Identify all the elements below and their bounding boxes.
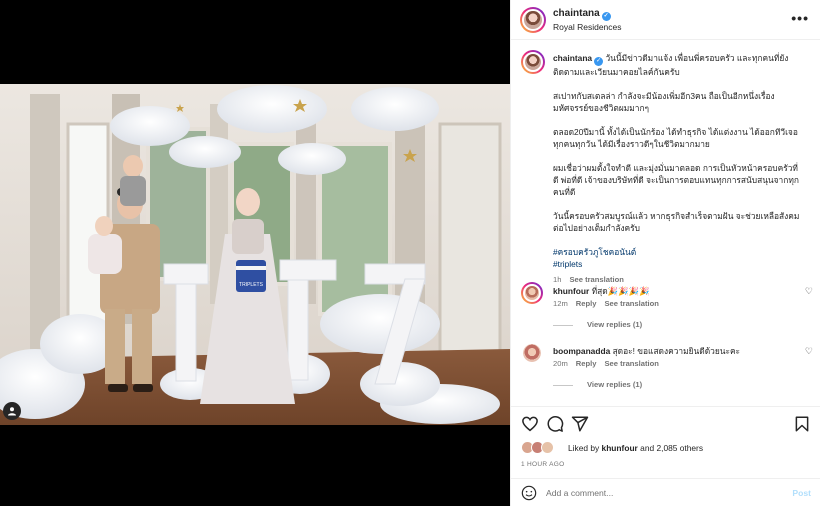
comment-text: khunfour ที่สุด🎉🎉🎉🎉 xyxy=(553,284,793,298)
liker-username[interactable]: khunfour xyxy=(602,443,638,453)
comment-item: boompanadda สุดอะ! ขอแสดงความยินดีด้วยนะ… xyxy=(511,340,820,400)
caption-line-5: วันนี้ครอบครัวสมบูรณ์แล้ว หากธุรกิจสำเร็… xyxy=(553,211,800,233)
reply-button[interactable]: Reply xyxy=(576,299,597,308)
share-icon[interactable] xyxy=(571,415,589,433)
verified-icon: ✓ xyxy=(594,57,604,66)
comment-input[interactable] xyxy=(546,485,766,501)
like-comment-heart-icon[interactable]: ♡ xyxy=(805,346,813,357)
triplets-sign-text: TRIPLETS xyxy=(239,282,264,288)
comment-meta: 12m Reply See translation xyxy=(553,299,659,308)
media-panel: TRIPLETS xyxy=(0,0,510,506)
comments-panel: chaintana ✓ วันนี้มีข่าวดีมาแจ้ง เพื่อนพี… xyxy=(511,40,820,400)
liker-avatar xyxy=(541,441,554,454)
add-comment-bar: Post xyxy=(511,478,820,506)
comment-username[interactable]: boompanadda xyxy=(553,346,610,356)
caption-line-1: chaintana ✓ วันนี้มีข่าวดีมาแจ้ง เพื่อนพี… xyxy=(553,52,803,78)
bookmark-icon[interactable] xyxy=(793,415,811,433)
comment-username[interactable]: khunfour xyxy=(553,286,589,296)
tagged-users-button[interactable] xyxy=(3,402,21,420)
see-translation-button[interactable]: See translation xyxy=(604,359,658,368)
like-comment-heart-icon[interactable]: ♡ xyxy=(805,286,813,297)
likes-text: Liked by khunfour and 2,085 others xyxy=(568,443,703,453)
caption-line-4: ผมเชื่อว่าผมตั้งใจทำดี และมุ่งมั่นมาตลอด… xyxy=(553,163,799,197)
see-translation-button[interactable]: See translation xyxy=(604,299,658,308)
caption-hashtags: #ครอบครัวภูโชคอนันต์ #triplets xyxy=(553,246,803,270)
view-replies-button[interactable]: View replies (1) xyxy=(553,380,642,389)
caption-avatar[interactable] xyxy=(521,50,545,74)
action-bar xyxy=(511,406,820,440)
post-header: chaintana ✓ Royal Residences ••• xyxy=(511,0,820,40)
verified-icon: ✓ xyxy=(601,12,611,21)
post-sidebar: chaintana ✓ Royal Residences ••• chaintan… xyxy=(510,0,820,506)
caption-username[interactable]: chaintana xyxy=(553,53,592,63)
author-username-text[interactable]: chaintana xyxy=(553,8,600,19)
post-photo-illustration: TRIPLETS xyxy=(0,84,510,425)
caption: chaintana ✓ วันนี้มีข่าวดีมาแจ้ง เพื่อนพี… xyxy=(553,52,803,286)
comment-body: ที่สุด🎉🎉🎉🎉 xyxy=(591,286,650,296)
likes-prefix: Liked by xyxy=(568,443,600,453)
author-username[interactable]: chaintana ✓ xyxy=(553,8,611,21)
comment-time: 20m xyxy=(553,359,568,368)
post-comment-button[interactable]: Post xyxy=(792,488,811,498)
post-timestamp: 1 HOUR AGO xyxy=(521,461,565,468)
heart-icon[interactable] xyxy=(521,415,539,433)
caption-line-3: ตลอด20ปีมานี้ ทั้งได้เป็นนักร้อง ได้ทำธุ… xyxy=(553,127,798,149)
author-avatar[interactable] xyxy=(520,7,546,33)
more-options-button[interactable]: ••• xyxy=(791,10,809,26)
comment-text: boompanadda สุดอะ! ขอแสดงความยินดีด้วยนะ… xyxy=(553,344,793,358)
view-replies-button[interactable]: View replies (1) xyxy=(553,320,642,329)
hashtag-link[interactable]: #triplets xyxy=(553,258,803,270)
user-icon xyxy=(8,407,16,416)
comment-time: 12m xyxy=(553,299,568,308)
emoji-icon[interactable] xyxy=(521,485,537,501)
likes-count[interactable]: and 2,085 others xyxy=(640,443,703,453)
comment-meta: 20m Reply See translation xyxy=(553,359,659,368)
post-photo[interactable]: TRIPLETS xyxy=(0,84,510,425)
caption-line-2: สเปาทกับสเตลล่า กำลังจะมีน้องเพิ่มอีก3คน… xyxy=(553,91,775,113)
comment-icon[interactable] xyxy=(546,415,564,433)
comment-avatar[interactable] xyxy=(521,282,543,304)
comment-item: khunfour ที่สุด🎉🎉🎉🎉 12m Reply See translat… xyxy=(511,280,820,340)
reply-button[interactable]: Reply xyxy=(576,359,597,368)
comment-avatar[interactable] xyxy=(523,344,541,362)
post-location[interactable]: Royal Residences xyxy=(553,22,622,32)
comment-body: สุดอะ! ขอแสดงความยินดีด้วยนะคะ xyxy=(612,346,741,356)
hashtag-link[interactable]: #ครอบครัวภูโชคอนันต์ xyxy=(553,246,803,258)
